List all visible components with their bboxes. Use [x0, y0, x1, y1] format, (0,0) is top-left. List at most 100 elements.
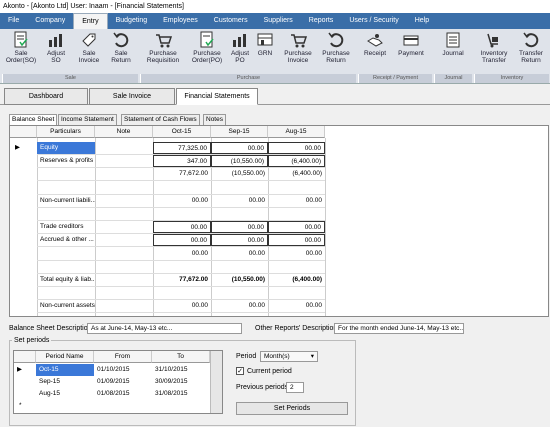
amount-cell[interactable]: (10,550.00): [211, 155, 268, 168]
previous-periods-stepper[interactable]: 2: [286, 382, 304, 393]
sale-invoice-button[interactable]: Sale Invoice: [74, 31, 104, 73]
note-cell[interactable]: [95, 248, 153, 260]
amount-cell[interactable]: (6,400.00): [268, 274, 325, 286]
col-sep-15[interactable]: Sep-15: [211, 126, 268, 138]
note-cell[interactable]: [95, 208, 153, 220]
amount-cell[interactable]: [268, 182, 325, 194]
particulars-cell[interactable]: [37, 261, 95, 273]
tab-income-statement[interactable]: Income Statement: [58, 114, 117, 125]
amount-cell[interactable]: (6,400.00): [268, 168, 325, 180]
amount-cell[interactable]: 77,672.00: [153, 168, 211, 180]
amount-cell[interactable]: 00.00: [211, 248, 268, 260]
amount-cell[interactable]: 00.00: [211, 142, 268, 154]
amount-cell[interactable]: [153, 208, 211, 220]
amount-cell[interactable]: 00.00: [153, 248, 211, 260]
adjust-po-button[interactable]: Adjust PO: [228, 31, 252, 73]
menu-company[interactable]: Company: [27, 13, 73, 29]
note-cell[interactable]: [95, 182, 153, 194]
particulars-cell[interactable]: Non-current assets: [37, 300, 95, 312]
amount-cell[interactable]: 00.00: [153, 195, 211, 207]
amount-cell[interactable]: [211, 182, 268, 194]
amount-cell[interactable]: 00.00: [268, 234, 325, 247]
col-oct-15[interactable]: Oct-15: [153, 126, 211, 138]
menu-suppliers[interactable]: Suppliers: [256, 13, 301, 29]
particulars-cell[interactable]: Trade creditors: [37, 221, 95, 233]
period-name-cell[interactable]: Aug-15: [36, 388, 94, 400]
period-from-cell[interactable]: 01/10/2015: [94, 364, 152, 376]
col-note[interactable]: Note: [95, 126, 153, 138]
period-name-cell[interactable]: Oct-15: [36, 364, 94, 376]
particulars-cell[interactable]: [37, 287, 95, 299]
sale-order-button[interactable]: Sale Order(SO): [4, 31, 38, 73]
amount-cell[interactable]: 00.00: [211, 221, 268, 234]
menu-employees[interactable]: Employees: [155, 13, 206, 29]
period-to-cell[interactable]: 31/10/2015: [152, 364, 210, 376]
menu-customers[interactable]: Customers: [206, 13, 256, 29]
menu-entry[interactable]: Entry: [73, 13, 108, 29]
amount-cell[interactable]: 00.00: [211, 195, 268, 207]
period-to-cell[interactable]: 31/08/2015: [152, 388, 210, 400]
menu-budgeting[interactable]: Budgeting: [108, 13, 156, 29]
particulars-cell[interactable]: Accrued & other ...: [37, 234, 95, 246]
other-description-input[interactable]: For the month ended June-14, May-13 etc.…: [334, 323, 464, 334]
note-cell[interactable]: [95, 168, 153, 180]
amount-cell[interactable]: [211, 261, 268, 273]
col-period-name[interactable]: Period Name: [36, 351, 94, 363]
note-cell[interactable]: [95, 261, 153, 273]
col-from[interactable]: From: [94, 351, 152, 363]
amount-cell[interactable]: 00.00: [268, 248, 325, 260]
amount-cell[interactable]: (10,550.00): [211, 274, 268, 286]
purchase-order-button[interactable]: Purchase Order(PO): [188, 31, 226, 73]
note-cell[interactable]: [95, 142, 153, 154]
amount-cell[interactable]: [153, 182, 211, 194]
amount-cell[interactable]: (6,400.00): [268, 155, 325, 168]
sale-return-button[interactable]: Sale Return: [106, 31, 136, 73]
amount-cell[interactable]: [153, 261, 211, 273]
col-to[interactable]: To: [152, 351, 210, 363]
purchase-requisition-button[interactable]: Purchase Requisition: [142, 31, 184, 73]
menu-help[interactable]: Help: [407, 13, 437, 29]
note-cell[interactable]: [95, 287, 153, 299]
amount-cell[interactable]: [211, 287, 268, 299]
period-to-cell[interactable]: 30/09/2015: [152, 376, 210, 388]
particulars-cell[interactable]: Non-current liabili...: [37, 195, 95, 207]
menu-file[interactable]: File: [0, 13, 27, 29]
amount-cell[interactable]: 00.00: [211, 300, 268, 312]
tab-financial-statements[interactable]: Financial Statements: [176, 88, 258, 105]
amount-cell[interactable]: 00.00: [268, 142, 325, 154]
payment-button[interactable]: Payment: [394, 31, 428, 73]
menu-reports[interactable]: Reports: [301, 13, 342, 29]
purchase-invoice-button[interactable]: Purchase Invoice: [280, 31, 316, 73]
note-cell[interactable]: [95, 221, 153, 233]
note-cell[interactable]: [95, 300, 153, 312]
amount-cell[interactable]: (10,550.00): [211, 168, 268, 180]
amount-cell[interactable]: 00.00: [153, 300, 211, 312]
col-aug-15[interactable]: Aug-15: [268, 126, 325, 138]
note-cell[interactable]: [95, 195, 153, 207]
amount-cell[interactable]: [268, 287, 325, 299]
amount-cell[interactable]: 00.00: [211, 234, 268, 247]
period-name-cell[interactable]: Sep-15: [36, 376, 94, 388]
particulars-cell[interactable]: [37, 182, 95, 194]
period-from-cell[interactable]: 01/08/2015: [94, 388, 152, 400]
journal-button[interactable]: Journal: [437, 31, 469, 73]
period-select[interactable]: Month(s) ▾: [260, 351, 318, 362]
amount-cell[interactable]: 00.00: [268, 221, 325, 234]
inventory-transfer-button[interactable]: Inventory Transfer: [476, 31, 512, 73]
bs-description-input[interactable]: As at June-14, May-13 etc...: [87, 323, 242, 334]
amount-cell[interactable]: 347.00: [153, 155, 211, 168]
particulars-cell[interactable]: [37, 248, 95, 260]
tab-sale-invoice[interactable]: Sale Invoice: [89, 88, 175, 105]
amount-cell[interactable]: [268, 208, 325, 220]
amount-cell[interactable]: 00.00: [153, 221, 211, 234]
grn-button[interactable]: GRN: [254, 31, 276, 73]
amount-cell[interactable]: [153, 287, 211, 299]
amount-cell[interactable]: 00.00: [268, 300, 325, 312]
particulars-cell[interactable]: [37, 168, 95, 180]
amount-cell[interactable]: [211, 208, 268, 220]
current-period-checkbox[interactable]: ✓: [236, 367, 244, 375]
tab-dashboard[interactable]: Dashboard: [4, 88, 88, 105]
note-cell[interactable]: [95, 234, 153, 246]
purchase-return-button[interactable]: Purchase Return: [318, 31, 354, 73]
menu-users-security[interactable]: Users / Security: [341, 13, 406, 29]
